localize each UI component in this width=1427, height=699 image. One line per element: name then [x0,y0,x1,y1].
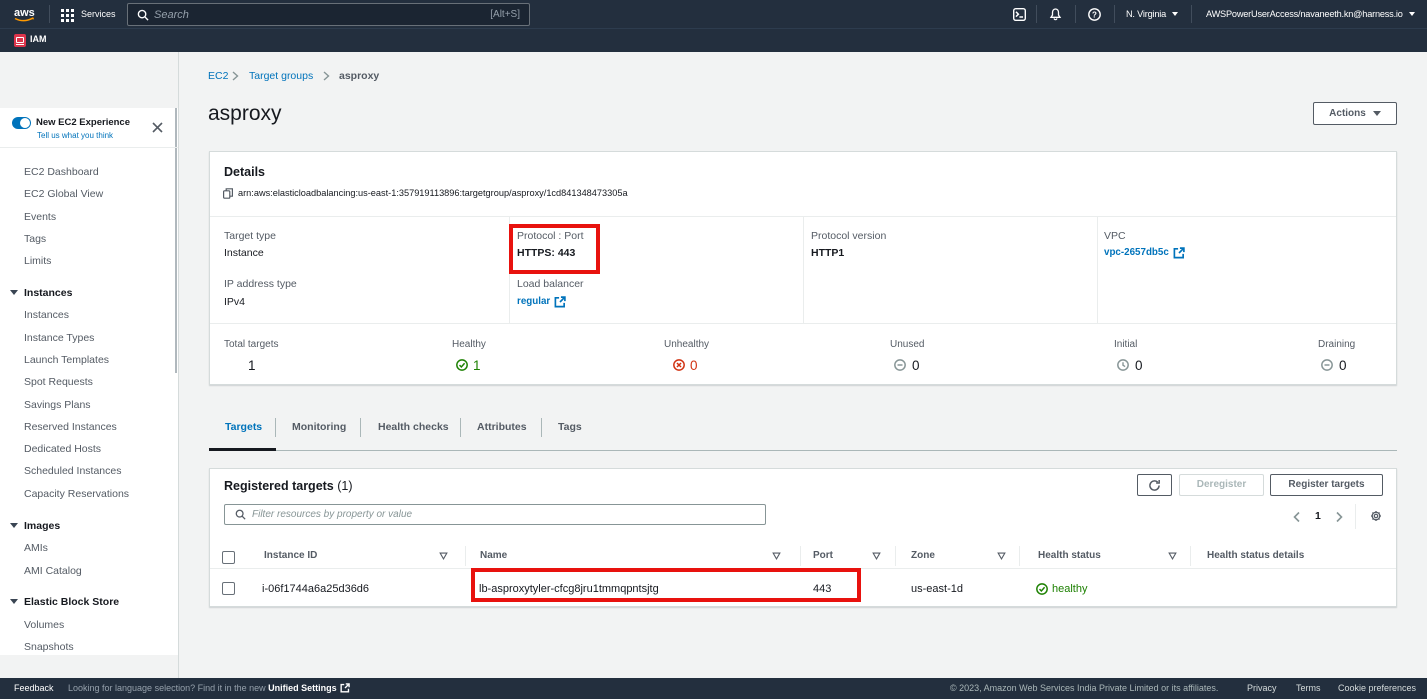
svg-text:?: ? [1092,10,1097,19]
svg-text:aws: aws [14,7,35,19]
